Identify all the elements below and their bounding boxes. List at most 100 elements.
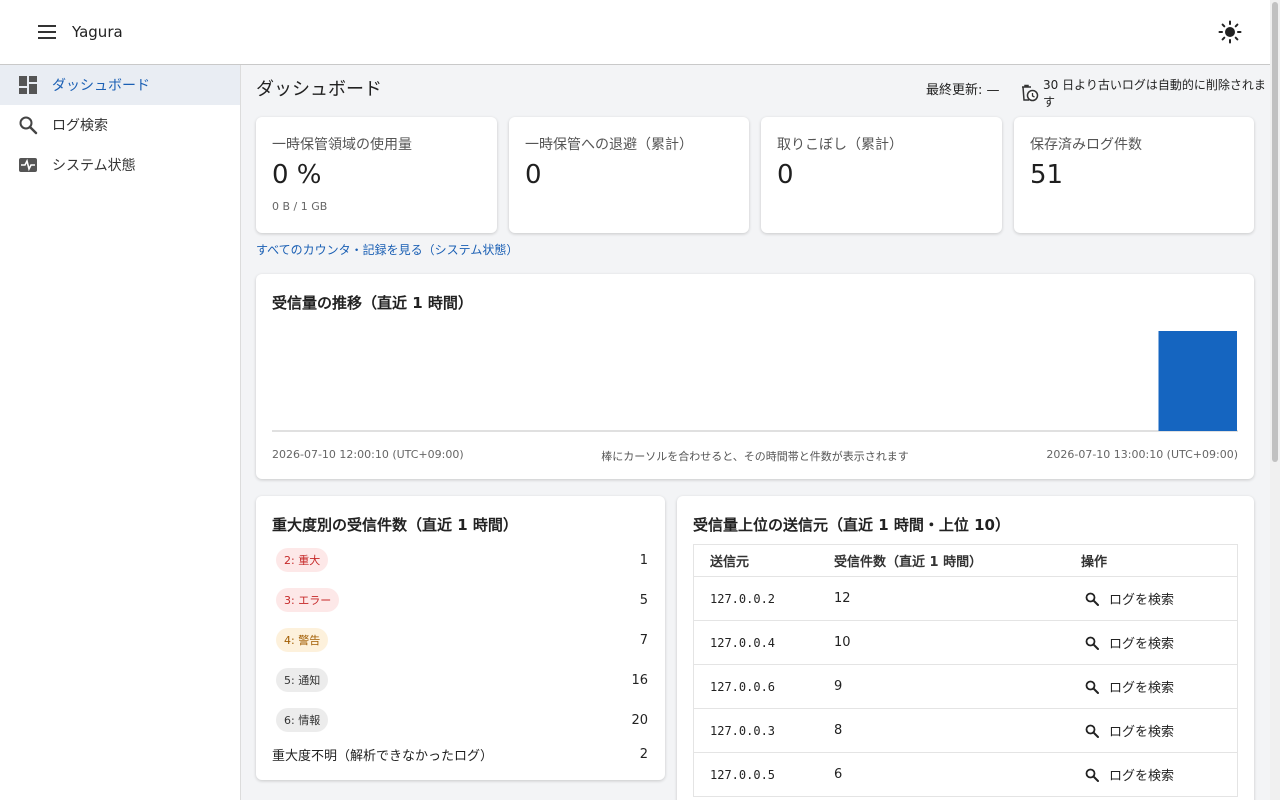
search-icon bbox=[1085, 592, 1099, 606]
chart-bar[interactable] bbox=[1158, 331, 1238, 431]
severity-count: 16 bbox=[631, 672, 648, 688]
severity-chip: 6: 情報 bbox=[276, 708, 329, 732]
scrollbar-thumb[interactable] bbox=[1272, 2, 1278, 462]
source-address: 127.0.0.2 bbox=[710, 591, 776, 606]
table-row: 127.0.0.5 6 ログを検索 bbox=[694, 753, 1237, 797]
severity-unknown-count: 2 bbox=[639, 746, 648, 762]
severity-count: 1 bbox=[639, 552, 648, 568]
last-updated-text: 最終更新: — bbox=[926, 83, 1000, 98]
stat-value: 0 % bbox=[272, 160, 322, 190]
stat-card-dropped: 取りこぼし（累計） 0 bbox=[761, 117, 1002, 233]
theme-toggle-button[interactable] bbox=[1214, 16, 1246, 48]
stat-value: 51 bbox=[1030, 160, 1064, 190]
top-senders-table: 送信元 受信件数（直近 1 時間） 操作 127.0.0.2 12 ログを検索 127… bbox=[693, 544, 1238, 797]
stat-label: 取りこぼし（累計） bbox=[777, 137, 903, 153]
severity-unknown-label: 重大度不明（解析できなかったログ） bbox=[272, 748, 494, 764]
volume-chart-card: 受信量の推移（直近 1 時間） 2026-07-10 12:00:10 (UTC… bbox=[256, 274, 1254, 479]
sidebar-item-log-search[interactable]: ログ検索 bbox=[0, 105, 240, 145]
top-senders-card: 受信量上位の送信元（直近 1 時間・上位 10） 送信元 受信件数（直近 1 時… bbox=[677, 496, 1254, 800]
app-title: Yagura bbox=[72, 23, 123, 41]
stat-label: 一時保管への退避（累計） bbox=[525, 137, 693, 153]
stat-sub: 0 B / 1 GB bbox=[272, 200, 328, 213]
search-logs-label: ログを検索 bbox=[1109, 769, 1175, 784]
search-icon bbox=[1085, 724, 1099, 738]
stat-label: 保存済みログ件数 bbox=[1030, 137, 1142, 153]
search-logs-button[interactable]: ログを検索 bbox=[1085, 721, 1237, 740]
search-logs-label: ログを検索 bbox=[1109, 593, 1175, 608]
severity-card: 重大度別の受信件数（直近 1 時間） 2: 重大 1 3: エラー 5 4: 警告 7 5:… bbox=[256, 496, 665, 780]
search-logs-button[interactable]: ログを検索 bbox=[1085, 765, 1237, 784]
search-logs-button[interactable]: ログを検索 bbox=[1085, 677, 1237, 696]
stat-label: 一時保管領域の使用量 bbox=[272, 137, 412, 153]
hamburger-menu-icon bbox=[38, 25, 56, 39]
source-address: 127.0.0.3 bbox=[710, 723, 776, 738]
severity-count: 7 bbox=[639, 632, 648, 648]
stat-card-buffer-usage: 一時保管領域の使用量 0 % 0 B / 1 GB bbox=[256, 117, 497, 233]
table-row: 127.0.0.3 8 ログを検索 bbox=[694, 709, 1237, 753]
severity-chip: 2: 重大 bbox=[276, 548, 329, 572]
stat-value: 0 bbox=[525, 160, 542, 190]
receive-count: 8 bbox=[834, 723, 843, 738]
receive-count: 10 bbox=[834, 635, 851, 650]
search-icon bbox=[1085, 636, 1099, 650]
stat-card-buffer-spill: 一時保管への退避（累計） 0 bbox=[509, 117, 749, 233]
severity-title: 重大度別の受信件数（直近 1 時間） bbox=[272, 516, 518, 534]
sidebar-item-dashboard[interactable]: ダッシュボード bbox=[0, 65, 240, 105]
chart-title: 受信量の推移（直近 1 時間） bbox=[272, 294, 473, 312]
menu-button[interactable] bbox=[24, 8, 72, 56]
source-address: 127.0.0.6 bbox=[710, 679, 776, 694]
page-title: ダッシュボード bbox=[256, 79, 382, 100]
source-address: 127.0.0.4 bbox=[710, 635, 776, 650]
dashboard-icon bbox=[18, 75, 38, 95]
column-header-action: 操作 bbox=[1081, 555, 1108, 570]
receive-count: 12 bbox=[834, 591, 851, 606]
top-senders-title: 受信量上位の送信元（直近 1 時間・上位 10） bbox=[693, 516, 1010, 534]
severity-row: 4: 警告 7 bbox=[272, 626, 648, 654]
main-content: ダッシュボード 最終更新: — 30 日より古いログは自動的に削除されます 一時… bbox=[241, 65, 1270, 800]
table-row: 127.0.0.4 10 ログを検索 bbox=[694, 621, 1237, 665]
stat-value: 0 bbox=[777, 160, 794, 190]
search-icon bbox=[1085, 768, 1099, 782]
source-address: 127.0.0.5 bbox=[710, 767, 776, 782]
severity-chip: 5: 通知 bbox=[276, 668, 329, 692]
table-header: 送信元 受信件数（直近 1 時間） 操作 bbox=[694, 545, 1237, 577]
sidebar-item-label: ログ検索 bbox=[52, 118, 108, 134]
search-icon bbox=[18, 115, 38, 135]
receive-count: 6 bbox=[834, 767, 843, 782]
search-logs-label: ログを検索 bbox=[1109, 681, 1175, 696]
volume-bar-chart bbox=[272, 331, 1238, 432]
table-row: 127.0.0.2 12 ログを検索 bbox=[694, 577, 1237, 621]
search-logs-label: ログを検索 bbox=[1109, 637, 1175, 652]
retention-notice: 30 日より古いログは自動的に削除されます bbox=[1019, 76, 1270, 110]
search-logs-label: ログを検索 bbox=[1109, 725, 1175, 740]
severity-row: 5: 通知 16 bbox=[272, 666, 648, 694]
auto-delete-icon bbox=[1019, 84, 1039, 102]
severity-row: 3: エラー 5 bbox=[272, 586, 648, 614]
column-header-count: 受信件数（直近 1 時間） bbox=[834, 555, 983, 570]
sidebar-item-label: システム状態 bbox=[52, 158, 136, 174]
all-counters-link[interactable]: すべてのカウンタ・記録を見る（システム状態） bbox=[256, 241, 518, 258]
search-icon bbox=[1085, 680, 1099, 694]
column-header-source: 送信元 bbox=[710, 555, 750, 570]
stat-card-stored-logs: 保存済みログ件数 51 bbox=[1014, 117, 1254, 233]
severity-count: 20 bbox=[631, 712, 648, 728]
search-logs-button[interactable]: ログを検索 bbox=[1085, 589, 1237, 608]
severity-chip: 3: エラー bbox=[276, 588, 340, 612]
retention-text: 30 日より古いログは自動的に削除されます bbox=[1043, 78, 1266, 109]
sun-icon bbox=[1218, 20, 1242, 44]
chart-end-time: 2026-07-10 13:00:10 (UTC+09:00) bbox=[1046, 448, 1238, 461]
severity-row: 6: 情報 20 bbox=[272, 706, 648, 734]
severity-count: 5 bbox=[639, 592, 648, 608]
severity-unknown-row: 重大度不明（解析できなかったログ） 2 bbox=[272, 740, 648, 768]
severity-row: 2: 重大 1 bbox=[272, 546, 648, 574]
sidebar-item-system-status[interactable]: システム状態 bbox=[0, 145, 240, 185]
app-bar: Yagura bbox=[0, 0, 1270, 65]
severity-chip: 4: 警告 bbox=[276, 628, 329, 652]
sidebar: ダッシュボード ログ検索 システム状態 bbox=[0, 65, 241, 800]
receive-count: 9 bbox=[834, 679, 843, 694]
search-logs-button[interactable]: ログを検索 bbox=[1085, 633, 1237, 652]
sidebar-item-label: ダッシュボード bbox=[52, 78, 150, 94]
table-row: 127.0.0.6 9 ログを検索 bbox=[694, 665, 1237, 709]
page-scrollbar[interactable] bbox=[1270, 0, 1280, 800]
monitor-heart-icon bbox=[18, 155, 38, 175]
